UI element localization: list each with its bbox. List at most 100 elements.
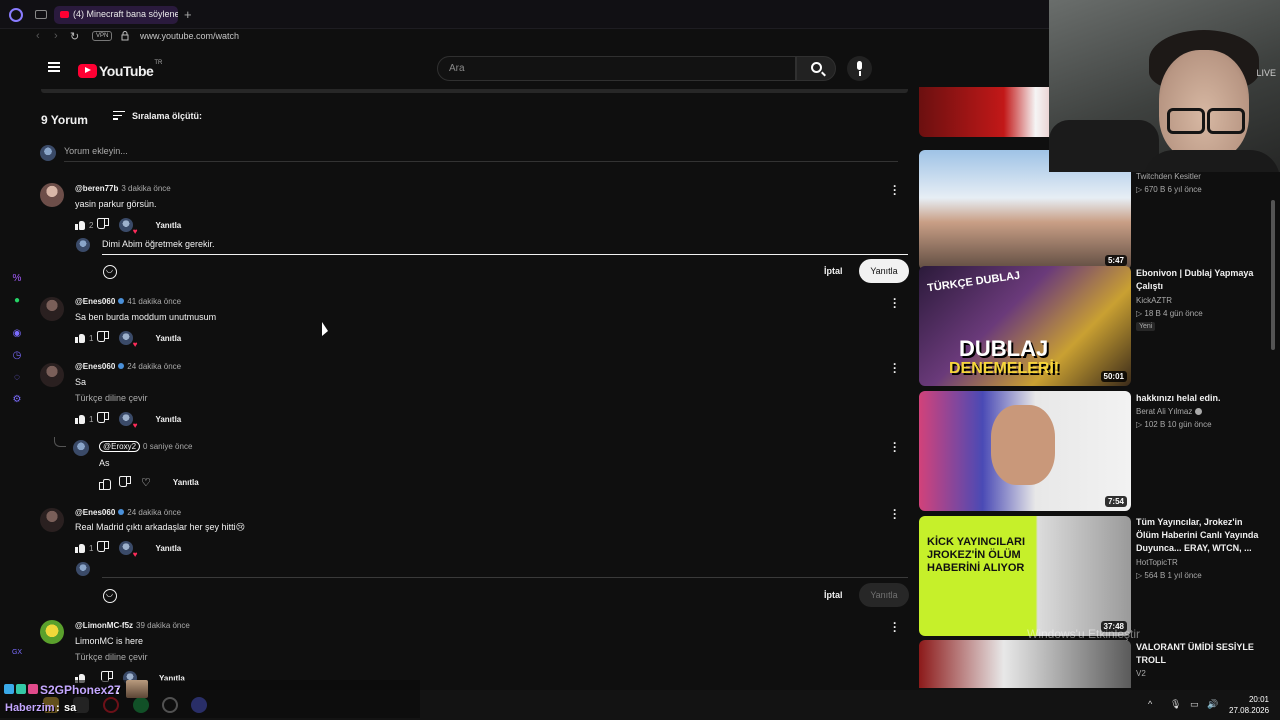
video-channel[interactable]: V2 [1136, 669, 1146, 678]
dislike-icon[interactable] [99, 414, 109, 424]
like-count: 1 [89, 543, 94, 553]
youtube-logo[interactable]: YouTubeTR [78, 60, 162, 79]
reload-icon[interactable]: ↻ [70, 30, 79, 43]
video-title[interactable]: VALORANT ÜMİDİ SESİYLE TROLL [1136, 641, 1260, 667]
search-button[interactable] [796, 56, 836, 81]
dislike-icon[interactable] [121, 478, 131, 488]
microphone-tray-icon[interactable]: 🎙 [1170, 699, 1181, 709]
comment-author[interactable]: @beren77b 3 dakika önce [75, 184, 171, 193]
comment-actions: 2 Yanıtla [75, 218, 181, 236]
voice-search-mic-icon[interactable] [847, 56, 872, 81]
url-field[interactable]: www.youtube.com/watch [140, 31, 239, 41]
reply-input[interactable]: Dimi Abim öğretmek gerekir. [102, 239, 215, 249]
like-icon[interactable] [99, 478, 111, 490]
like-icon[interactable] [75, 220, 85, 230]
reply-button[interactable]: Yanıtla [155, 221, 181, 230]
cancel-button[interactable]: İptal [824, 590, 843, 600]
heart-icon[interactable]: ♡ [141, 476, 151, 489]
sort-button[interactable]: Sıralama ölçütü: [113, 111, 202, 121]
messenger-icon[interactable]: ◌ [11, 372, 23, 384]
thumbnail-text: DUBLAJ [959, 336, 1049, 361]
more-options-icon[interactable]: · · · [893, 293, 897, 313]
like-icon[interactable] [75, 543, 85, 553]
more-options-icon[interactable]: · · · [893, 437, 897, 457]
more-options-icon[interactable]: · · · [893, 180, 897, 200]
settings-gear-icon[interactable]: ⚙ [11, 394, 23, 406]
avatar[interactable] [40, 363, 64, 387]
video-duration: 7:54 [1104, 496, 1127, 507]
forward-icon[interactable]: › [54, 30, 58, 42]
comment-actions: 1 Yanıtla [75, 541, 181, 559]
reply-submit-button[interactable]: Yanıtla [859, 583, 909, 607]
video-thumbnail[interactable] [919, 640, 1131, 688]
video-channel[interactable]: HotTopicTR [1136, 558, 1178, 567]
video-channel[interactable]: KickAZTR [1136, 296, 1172, 305]
dislike-icon[interactable] [99, 543, 109, 553]
webcam-overlay: LIVE [1049, 0, 1280, 172]
emoji-icon[interactable] [103, 265, 117, 279]
opera-logo-icon[interactable] [9, 8, 23, 22]
video-channel[interactable]: Berat Ali Yılmaz [1136, 407, 1202, 416]
tray-chevron-icon[interactable]: ^ [1148, 699, 1158, 709]
sort-icon [113, 111, 125, 120]
reply-input-underline[interactable] [102, 577, 908, 578]
comment-author[interactable]: @Enes060 24 dakika önce [75, 508, 181, 517]
gx-icon[interactable]: GX [11, 647, 23, 659]
reply-button[interactable]: Yanıtla [155, 415, 181, 424]
player-icon[interactable]: ◉ [11, 328, 23, 340]
video-meta: ▷ 670 B 6 yıl önce [1136, 185, 1202, 194]
reply-button[interactable]: Yanıtla [173, 478, 199, 487]
search-icon [811, 62, 822, 73]
translate-link[interactable]: Türkçe diline çevir [75, 652, 148, 662]
avatar[interactable] [40, 183, 64, 207]
avatar[interactable] [40, 297, 64, 321]
translate-link[interactable]: Türkçe diline çevir [75, 393, 148, 403]
workspaces-icon[interactable] [35, 10, 47, 19]
cancel-button[interactable]: İptal [824, 266, 843, 276]
reply-button[interactable]: Yanıtla [155, 334, 181, 343]
reply-input-underline [102, 254, 908, 255]
comment-author[interactable]: @Enes060 24 dakika önce [75, 362, 181, 371]
whatsapp-icon[interactable]: ● [11, 295, 23, 307]
dislike-icon[interactable] [99, 220, 109, 230]
avatar[interactable] [40, 508, 64, 532]
comment-text: Sa [75, 377, 87, 387]
reply-button[interactable]: Yanıtla [155, 544, 181, 553]
emoji-icon[interactable] [103, 589, 117, 603]
video-meta: ▷ 564 B 1 yıl önce [1136, 571, 1202, 580]
video-thumbnail[interactable]: TÜRKÇE DUBLAJ DUBLAJ DENEMELERİ! 50:01 [919, 266, 1131, 386]
comment-author[interactable]: @LimonMC-f5z 39 dakika önce [75, 621, 190, 630]
video-thumbnail[interactable]: 7:54 [919, 391, 1131, 511]
browser-tab-active[interactable]: (4) Minecraft bana söylene [54, 6, 178, 24]
video-thumbnail[interactable]: KİCK YAYINCILARI JROKEZ'İN ÖLÜM HABERİNİ… [919, 516, 1131, 636]
aria-icon[interactable]: % [11, 273, 23, 285]
taskbar-clock[interactable]: 20:01 27.08.2026 [1229, 694, 1269, 716]
more-options-icon[interactable]: · · · [893, 504, 897, 524]
add-comment-input[interactable]: Yorum ekleyin... [64, 146, 128, 156]
page-scrollbar[interactable] [1271, 200, 1275, 350]
comment-author[interactable]: @Enes060 41 dakika önce [75, 297, 181, 306]
menu-hamburger-icon[interactable] [48, 62, 60, 72]
volume-tray-icon[interactable]: 🔊 [1207, 699, 1218, 709]
more-options-icon[interactable]: · · · [893, 358, 897, 378]
back-icon[interactable]: ‹ [36, 30, 40, 42]
video-channel[interactable]: Twitchden Kesitler [1136, 172, 1201, 181]
like-icon[interactable] [75, 414, 85, 424]
more-options-icon[interactable]: · · · [893, 617, 897, 637]
avatar[interactable] [40, 620, 64, 644]
comment-author[interactable]: @Eroxy2 0 saniye önce [99, 441, 192, 452]
address-bar: ‹ › ↻ VPN www.youtube.com/watch [0, 29, 1050, 46]
reply-submit-button[interactable]: Yanıtla [859, 259, 909, 283]
display-tray-icon[interactable]: ▭ [1190, 699, 1200, 709]
video-title[interactable]: Tüm Yayıncılar, Jrokez'in Ölüm Haberini … [1136, 516, 1260, 555]
search-input[interactable]: Ara [437, 56, 796, 81]
avatar[interactable] [73, 440, 89, 456]
vpn-badge[interactable]: VPN [92, 31, 113, 41]
new-tab-icon[interactable]: + [184, 7, 192, 22]
dislike-icon[interactable] [99, 333, 109, 343]
video-title[interactable]: hakkınızı helal edin. [1136, 392, 1260, 405]
history-icon[interactable]: ◷ [11, 350, 23, 362]
video-title[interactable]: Ebonivon | Dublaj Yapmaya Çalıştı [1136, 267, 1260, 293]
like-icon[interactable] [75, 333, 85, 343]
youtube-favicon-icon [60, 11, 69, 18]
